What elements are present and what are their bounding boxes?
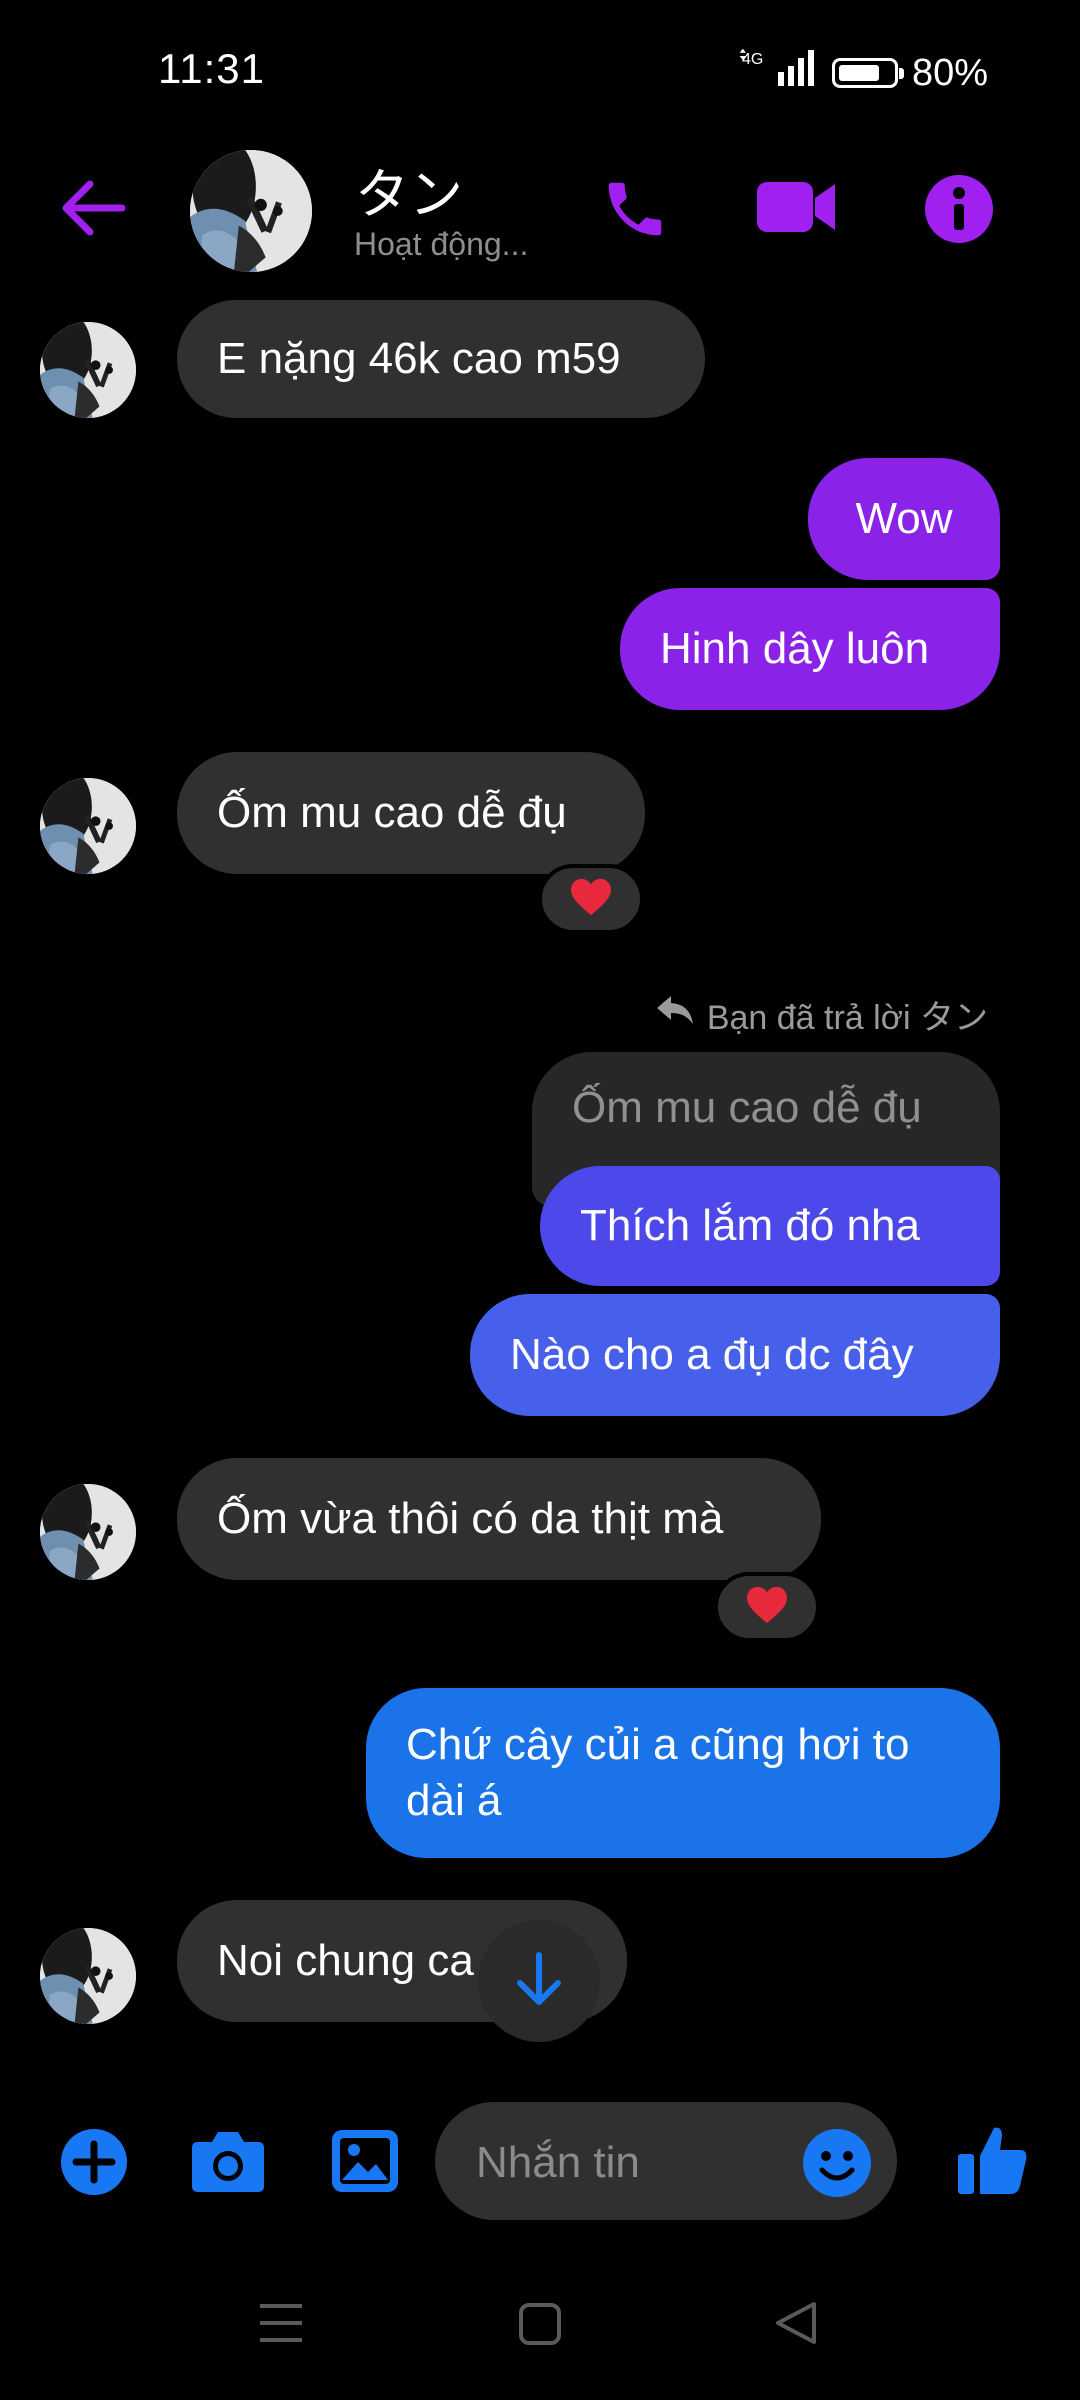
menu-nav-icon[interactable] xyxy=(258,2302,304,2349)
message-bubble-outgoing[interactable]: Thích lắm đó nha xyxy=(540,1166,1000,1286)
back-nav-icon[interactable] xyxy=(774,2300,818,2351)
message-bubble-outgoing[interactable]: Nào cho a đụ dc đây xyxy=(470,1294,1000,1416)
contact-status: Hoạt động... xyxy=(354,226,529,262)
message-text-line: Chứ cây củi a cũng hơi to xyxy=(406,1720,910,1769)
message-bubble-incoming[interactable]: Ốm mu cao dễ đụ xyxy=(177,752,645,874)
scroll-down-arrow-icon xyxy=(514,1951,564,2012)
status-time: 11:31 xyxy=(158,45,265,92)
message-text: Wow xyxy=(855,494,953,543)
sender-avatar[interactable] xyxy=(40,1928,136,2024)
message-input-placeholder: Nhắn tin xyxy=(476,2138,640,2187)
home-nav-icon[interactable] xyxy=(518,2302,562,2351)
reply-label: Bạn đã trả lời タン xyxy=(655,990,988,1039)
thumbs-up-icon[interactable] xyxy=(956,2122,1030,2203)
plus-icon[interactable] xyxy=(60,2128,128,2201)
message-text: Ốm vừa thôi có da thịt mà xyxy=(217,1494,724,1543)
reply-label-text: Bạn đã trả lời タン xyxy=(706,999,988,1037)
message-text: E nặng 46k cao m59 xyxy=(217,334,621,383)
contact-avatar[interactable] xyxy=(190,150,312,272)
phone-icon[interactable] xyxy=(600,174,670,249)
message-text: Nào cho a đụ dc đây xyxy=(510,1330,914,1379)
signal-icon: 4G xyxy=(738,48,818,98)
video-camera-icon[interactable] xyxy=(755,176,837,243)
reply-arrow-icon xyxy=(655,994,695,1035)
message-bubble-outgoing[interactable]: Wow xyxy=(808,458,1000,580)
battery-percent: 80% xyxy=(911,51,988,94)
message-text: Noi chung ca xyxy=(217,1936,474,1985)
battery-icon xyxy=(831,58,904,88)
message-bubble-outgoing[interactable]: Hinh dây luôn xyxy=(620,588,1000,710)
gallery-icon[interactable] xyxy=(330,2128,400,2199)
reaction-badge[interactable] xyxy=(714,1572,820,1642)
scroll-down-button[interactable] xyxy=(478,1920,600,2042)
contact-name[interactable]: タン xyxy=(355,150,463,229)
message-bubble-incoming[interactable]: E nặng 46k cao m59 xyxy=(177,300,705,418)
message-text-line: dài á xyxy=(406,1776,502,1825)
sender-avatar[interactable] xyxy=(40,322,136,418)
quoted-text: Ốm mu cao dễ đụ xyxy=(572,1083,922,1132)
heart-icon xyxy=(569,877,613,922)
message-text: Ốm mu cao dễ đụ xyxy=(217,788,567,837)
heart-icon xyxy=(745,1585,789,1630)
message-text: Thích lắm đó nha xyxy=(580,1201,920,1250)
message-text: Hinh dây luôn xyxy=(660,624,930,673)
reaction-badge[interactable] xyxy=(538,864,644,934)
svg-text:4G: 4G xyxy=(742,51,763,68)
message-bubble-incoming[interactable]: Ốm vừa thôi có da thịt mà xyxy=(177,1458,821,1580)
camera-icon[interactable] xyxy=(190,2128,266,2199)
back-arrow-icon[interactable] xyxy=(58,178,128,243)
sender-avatar[interactable] xyxy=(40,1484,136,1580)
info-icon[interactable] xyxy=(924,174,994,249)
message-bubble-outgoing[interactable]: Chứ cây củi a cũng hơi to dài á xyxy=(366,1688,1000,1858)
emoji-icon[interactable] xyxy=(802,2128,872,2203)
status-indicators: 4G 80% xyxy=(738,48,988,98)
sender-avatar[interactable] xyxy=(40,778,136,874)
